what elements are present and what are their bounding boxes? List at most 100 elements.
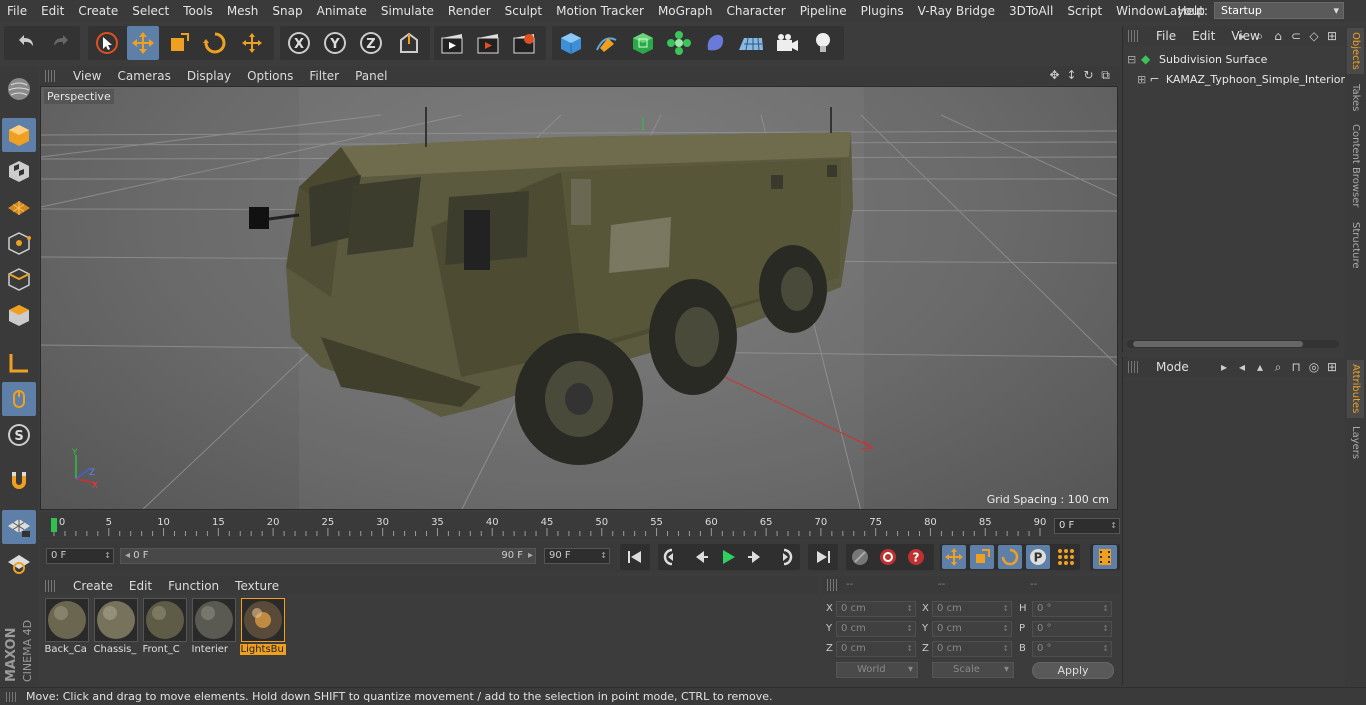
status-grip-icon[interactable]: [6, 692, 18, 702]
next-key-icon[interactable]: [772, 545, 796, 569]
y-axis-lock-icon[interactable]: Y: [319, 26, 351, 60]
object-menu-edit[interactable]: Edit: [1184, 29, 1223, 43]
rot-h-field[interactable]: 0 °: [1032, 601, 1112, 617]
material-item[interactable]: Front_C: [140, 598, 189, 655]
world-dropdown[interactable]: World: [836, 662, 918, 678]
undo-icon[interactable]: [10, 26, 42, 60]
new-window-icon[interactable]: ⊞: [1323, 29, 1341, 44]
back-arrow-icon[interactable]: ◂: [1233, 360, 1251, 375]
menu-motion-tracker[interactable]: Motion Tracker: [549, 0, 651, 22]
workplane-mode-icon[interactable]: [2, 190, 36, 224]
viewport-menu-panel[interactable]: Panel: [347, 69, 395, 83]
move-tool-icon[interactable]: [127, 26, 159, 60]
previous-frame-icon[interactable]: [688, 545, 712, 569]
viewport-orbit-icon[interactable]: ↻: [1080, 68, 1097, 83]
viewport-menu-display[interactable]: Display: [179, 69, 239, 83]
size-z-field[interactable]: 0 cm: [932, 641, 1012, 657]
apply-button[interactable]: Apply: [1032, 662, 1114, 679]
material-name[interactable]: LightsBu: [239, 644, 286, 655]
tab-attributes[interactable]: Attributes: [1347, 360, 1364, 418]
start-frame-field[interactable]: 0 F: [46, 548, 114, 564]
tree-row-subdivision-surface[interactable]: ⊟ ◆ Subdivision Surface: [1123, 50, 1345, 68]
object-name[interactable]: Subdivision Surface: [1159, 53, 1267, 66]
size-x-field[interactable]: 0 cm: [932, 601, 1012, 617]
target-icon[interactable]: ◎: [1305, 360, 1323, 375]
viewport-menu-view[interactable]: View: [65, 69, 109, 83]
attribute-menu-mode[interactable]: Mode: [1148, 360, 1197, 374]
menu-animate[interactable]: Animate: [310, 0, 374, 22]
next-frame-icon[interactable]: [744, 545, 768, 569]
viewport-scene[interactable]: Y Z X: [41, 87, 1118, 510]
floor-object-icon[interactable]: [735, 26, 767, 60]
menu-select[interactable]: Select: [125, 0, 176, 22]
up-arrow-icon[interactable]: ▴: [1251, 360, 1269, 375]
home-icon[interactable]: ⌂: [1269, 29, 1287, 44]
attribute-grip-icon[interactable]: [1128, 361, 1140, 373]
viewport-menu-cameras[interactable]: Cameras: [109, 69, 178, 83]
workplane-lock-icon[interactable]: [2, 510, 36, 544]
subdivision-surface-icon[interactable]: [627, 26, 659, 60]
edges-mode-icon[interactable]: [2, 262, 36, 296]
rot-b-field[interactable]: 0 °: [1032, 641, 1112, 657]
timeline[interactable]: 0 5 10 15 20 25 30 35 40 45 50 55 60 65 70 75 80 85 90 0 F: [40, 512, 1120, 540]
menu-character[interactable]: Character: [719, 0, 792, 22]
material-name[interactable]: Front_C: [142, 644, 188, 655]
points-mode-icon[interactable]: [2, 226, 36, 260]
key-position-icon[interactable]: [942, 545, 966, 569]
material-grip-icon[interactable]: [45, 579, 57, 592]
timeline-playhead[interactable]: [51, 518, 57, 532]
z-axis-lock-icon[interactable]: Z: [355, 26, 387, 60]
menu-window[interactable]: Window: [1109, 0, 1170, 22]
array-cloner-icon[interactable]: [663, 26, 695, 60]
menu-simulate[interactable]: Simulate: [374, 0, 441, 22]
menu-snap[interactable]: Snap: [265, 0, 309, 22]
chevron-right-icon[interactable]: ▸: [1215, 360, 1233, 375]
key-point-level-icon[interactable]: [1054, 545, 1078, 569]
viewport-pan-icon[interactable]: ✥: [1046, 68, 1063, 83]
scrollbar-thumb[interactable]: [1133, 341, 1303, 347]
collapse-icon[interactable]: ⊟: [1127, 53, 1141, 66]
size-y-field[interactable]: 0 cm: [932, 621, 1012, 637]
menu-pipeline[interactable]: Pipeline: [793, 0, 854, 22]
timeline-ruler[interactable]: 0 5 10 15 20 25 30 35 40 45 50 55 60 65 70 75 80 85 90: [50, 514, 1048, 538]
menu-create[interactable]: Create: [71, 0, 125, 22]
record-keys-disabled-icon[interactable]: [848, 545, 872, 569]
layout-dropdown[interactable]: Startup: [1214, 2, 1344, 19]
pos-x-field[interactable]: 0 cm: [836, 601, 916, 617]
material-preview[interactable]: [240, 598, 285, 642]
solo-mode-icon[interactable]: S: [2, 418, 36, 452]
key-scale-icon[interactable]: [970, 545, 994, 569]
chevron-right-icon[interactable]: ▸: [1233, 29, 1251, 44]
pos-z-field[interactable]: 0 cm: [836, 641, 916, 657]
material-item[interactable]: Chassis_: [91, 598, 140, 655]
render-view-icon[interactable]: [436, 26, 468, 60]
material-preview[interactable]: [93, 598, 138, 642]
lock-icon[interactable]: ⊓: [1287, 360, 1305, 375]
search-icon[interactable]: ⌕: [1251, 29, 1269, 44]
render-to-picture-viewer-icon[interactable]: [472, 26, 504, 60]
menu-mograph[interactable]: MoGraph: [651, 0, 720, 22]
coordinate-grip-icon[interactable]: [827, 579, 839, 591]
material-item[interactable]: Interier: [189, 598, 238, 655]
filter-icon[interactable]: ◇: [1305, 29, 1323, 44]
menu-file[interactable]: File: [0, 0, 34, 22]
menu-edit[interactable]: Edit: [34, 0, 71, 22]
scale-dropdown[interactable]: Scale: [932, 662, 1014, 678]
tree-row-kamaz-typhoon[interactable]: ⊞ ⌐ KAMAZ_Typhoon_Simple_Interior: [1123, 70, 1345, 88]
planar-workplane-icon[interactable]: [2, 546, 36, 580]
go-to-start-icon[interactable]: [623, 545, 647, 569]
key-rotation-icon[interactable]: [998, 545, 1022, 569]
tweak-mode-icon[interactable]: [2, 382, 36, 416]
search-icon[interactable]: ⌕: [1269, 360, 1287, 375]
menu-3dtoall[interactable]: 3DToAll: [1002, 0, 1060, 22]
light-object-icon[interactable]: [807, 26, 839, 60]
material-name[interactable]: Interier: [191, 644, 237, 655]
snap-magnet-icon[interactable]: [2, 464, 36, 498]
menu-vray-bridge[interactable]: V-Ray Bridge: [911, 0, 1002, 22]
material-item[interactable]: LightsBu: [238, 598, 287, 655]
polygons-mode-icon[interactable]: [2, 298, 36, 332]
model-mode-icon[interactable]: [2, 118, 36, 152]
tab-content-browser[interactable]: Content Browser: [1347, 122, 1364, 210]
menu-tools[interactable]: Tools: [176, 0, 220, 22]
spline-pen-icon[interactable]: [591, 26, 623, 60]
